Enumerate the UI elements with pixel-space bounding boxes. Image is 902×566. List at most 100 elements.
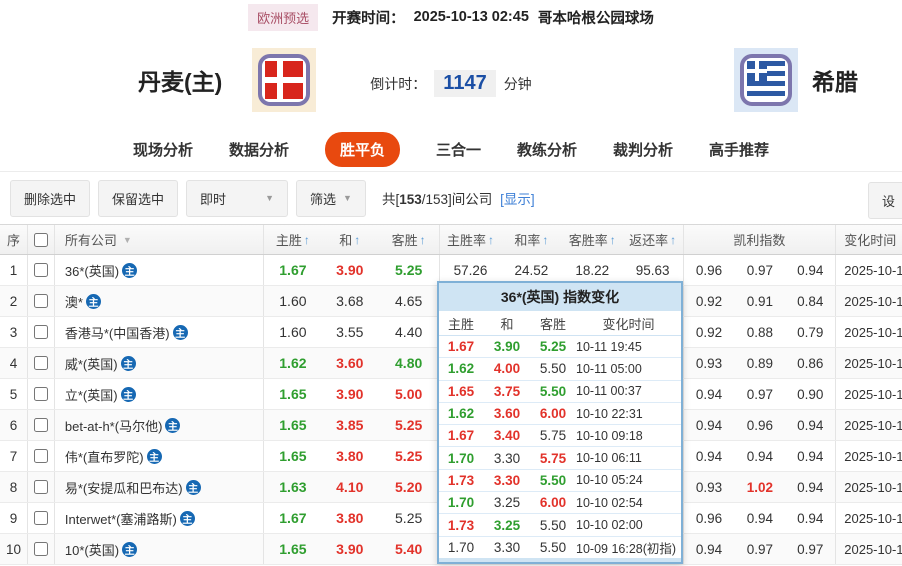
row-checkbox[interactable] (33, 449, 48, 463)
chevron-down-icon: ▼ (265, 193, 275, 203)
row-checkbox-cell (28, 348, 55, 378)
popup-odds-home: 1.70 (447, 450, 475, 466)
tab-referee-analysis[interactable]: 裁判分析 (613, 139, 673, 160)
kelly-draw: 0.96 (746, 417, 774, 433)
popup-col-time: 变化时间 (602, 316, 655, 332)
popup-history-row: 1.70 3.30 5.75 10-10 06:11 (439, 447, 681, 470)
tab-win-draw-lose[interactable]: 胜平负 (324, 132, 400, 167)
countdown-unit: 分钟 (503, 75, 532, 92)
col-draw-odds[interactable]: 和 ↑ (321, 225, 378, 254)
col-return-rate[interactable]: 返还率 ↑ (623, 225, 684, 254)
change-date: 2025-10-11 (844, 262, 902, 278)
popup-change-time: 10-11 19:45 (576, 339, 642, 354)
row-checkbox[interactable] (33, 263, 48, 277)
odds-home: 1.60 (279, 293, 307, 309)
company-name[interactable]: 36*(英国) 主 (55, 255, 265, 285)
main-badge-icon: 主 (172, 324, 188, 340)
table-header: 序 所有公司 ▼ 主胜 ↑ 和 ↑ 客胜 ↑ 主胜率 ↑ 和率 ↑ 客胜率 ↑ 返还率 ↑ 凯… (0, 224, 902, 255)
show-link[interactable]: [显示] (500, 192, 535, 207)
col-away-rate[interactable]: 客胜率 ↑ (562, 225, 623, 254)
popup-odds-home: 1.67 (447, 339, 475, 355)
tab-expert-picks[interactable]: 高手推荐 (709, 139, 769, 160)
row-checkbox[interactable] (33, 387, 48, 401)
instant-dropdown[interactable]: 即时 ▼ (186, 179, 289, 217)
tab-live-analysis[interactable]: 现场分析 (133, 139, 193, 160)
popup-change-time: 10-11 00:37 (576, 384, 642, 399)
col-kelly: 凯利指数 (684, 225, 837, 254)
kelly-draw: 0.97 (746, 386, 774, 402)
odds-draw: 3.80 (336, 448, 364, 464)
company-name[interactable]: 香港马*(中国香港) 主 (55, 317, 265, 347)
popup-history-row: 1.70 3.25 6.00 10-10 02:54 (439, 492, 681, 515)
company-name[interactable]: 威*(英国) 主 (55, 348, 265, 378)
tab-data-analysis[interactable]: 数据分析 (229, 139, 289, 160)
row-checkbox[interactable] (33, 480, 48, 494)
odds-away: 5.40 (378, 534, 441, 564)
sort-up-icon: ↑ (488, 232, 495, 247)
company-name[interactable]: bet-at-h*(马尔他) 主 (55, 410, 265, 440)
odds-draw: 3.85 (336, 417, 364, 433)
main-badge-icon: 主 (165, 417, 181, 433)
sort-up-icon: ↑ (609, 232, 616, 247)
settings-button[interactable]: 设 (868, 182, 902, 219)
row-checkbox[interactable] (33, 294, 48, 308)
col-draw-rate[interactable]: 和率 ↑ (501, 225, 562, 254)
change-date: 2025-10-11 (844, 324, 902, 340)
kelly-draw: 0.89 (746, 355, 774, 371)
company-name[interactable]: 易*(安提瓜和巴布达) 主 (55, 472, 265, 502)
change-date: 2025-10-11 (844, 386, 902, 402)
odds-draw: 4.10 (336, 479, 364, 495)
row-checkbox[interactable] (33, 325, 48, 339)
league-badge: 欧洲预选 (248, 3, 319, 31)
row-checkbox[interactable] (33, 511, 48, 525)
odds-away: 5.25 (378, 441, 441, 471)
away-team-name: 希腊 (812, 69, 858, 95)
row-checkbox[interactable] (33, 542, 48, 556)
kelly-home: 0.94 (695, 417, 723, 433)
kelly-home: 0.94 (695, 386, 723, 402)
company-name[interactable]: 10*(英国) 主 (55, 534, 265, 564)
teams-header: 丹麦(主) 倒计时： 1147 分钟 希腊 (0, 34, 902, 128)
company-name[interactable]: Interwet*(塞浦路斯) 主 (55, 503, 265, 533)
col-home-odds[interactable]: 主胜 ↑ (264, 225, 321, 254)
popup-change-time: 10-10 02:00 (576, 518, 643, 533)
company-name[interactable]: 伟*(直布罗陀) 主 (55, 441, 265, 471)
tab-coach-analysis[interactable]: 教练分析 (517, 139, 577, 160)
odds-draw: 3.90 (336, 541, 364, 557)
col-away-odds[interactable]: 客胜 ↑ (378, 225, 441, 254)
chevron-down-icon: ▼ (122, 234, 132, 245)
main-badge-icon: 主 (122, 262, 138, 278)
main-badge-icon: 主 (120, 355, 136, 371)
main-badge-icon: 主 (85, 293, 101, 309)
popup-change-time: 10-10 06:11 (576, 451, 642, 466)
company-name[interactable]: 立*(英国) 主 (55, 379, 265, 409)
select-all-checkbox[interactable] (33, 232, 48, 247)
kelly-away: 0.97 (785, 534, 837, 564)
popup-odds-draw: 3.40 (493, 428, 521, 444)
popup-odds-away: 5.50 (539, 361, 567, 377)
col-home-rate[interactable]: 主胜率 ↑ (440, 225, 501, 254)
delete-selected-button[interactable]: 删除选中 (10, 179, 91, 217)
kelly-away: 0.94 (785, 255, 837, 285)
kickoff-label: 开赛时间： (332, 10, 405, 27)
odds-draw: 3.68 (336, 293, 364, 309)
row-checkbox-cell (28, 534, 55, 564)
greece-flag-icon (734, 48, 798, 112)
row-checkbox[interactable] (33, 418, 48, 432)
kelly-home: 0.96 (695, 510, 723, 526)
kelly-draw: 0.94 (746, 510, 774, 526)
row-checkbox-cell (28, 255, 55, 285)
kelly-away: 0.90 (785, 379, 837, 409)
odds-away: 5.25 (378, 503, 441, 533)
filter-dropdown[interactable]: 筛选 ▼ (296, 179, 366, 217)
chevron-down-icon: ▼ (343, 193, 352, 203)
company-name[interactable]: 澳* 主 (55, 286, 265, 316)
tab-three-in-one[interactable]: 三合一 (436, 139, 481, 160)
kelly-away: 0.79 (785, 317, 837, 347)
col-company[interactable]: 所有公司 ▼ (55, 225, 265, 254)
row-checkbox[interactable] (33, 356, 48, 370)
popup-history-row: 1.67 3.40 5.75 10-10 09:18 (439, 425, 681, 448)
popup-history-row: 1.62 4.00 5.50 10-11 05:00 (439, 358, 681, 381)
keep-selected-button[interactable]: 保留选中 (98, 179, 179, 217)
kelly-home: 0.92 (695, 324, 723, 340)
